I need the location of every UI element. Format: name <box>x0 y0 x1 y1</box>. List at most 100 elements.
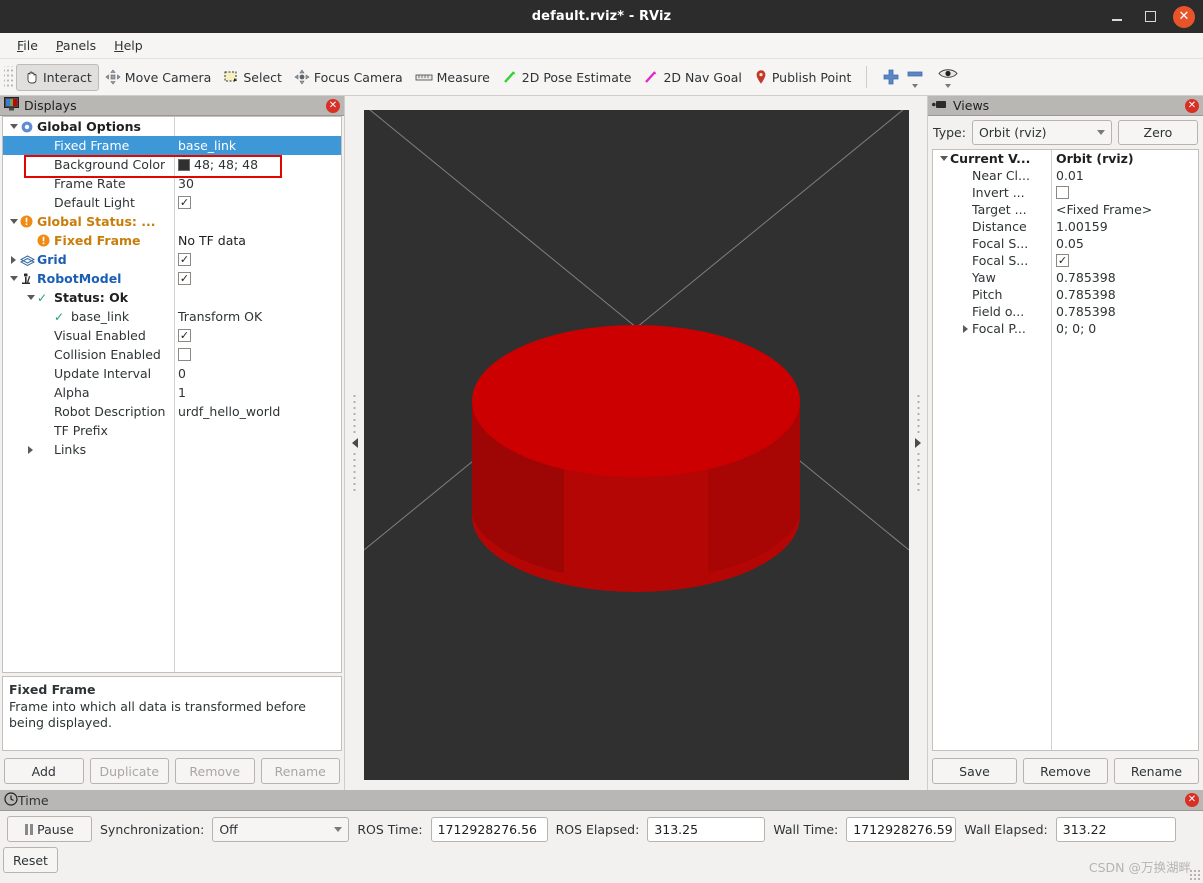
tool-interact[interactable]: Interact <box>16 63 99 91</box>
views-tree[interactable]: Current V... Orbit (rviz) Near Cl... 0.01 In… <box>932 149 1199 751</box>
views-row[interactable]: Focal S... ✓ <box>933 252 1198 269</box>
checkbox[interactable]: ✓ <box>178 272 191 285</box>
views-row-value[interactable]: 1.00159 <box>1056 219 1108 234</box>
pause-button[interactable]: Pause <box>7 816 92 842</box>
minimize-button[interactable] <box>1107 7 1127 27</box>
views-row-value[interactable]: Orbit (rviz) <box>1056 151 1134 166</box>
views-row[interactable]: Current V... Orbit (rviz) <box>933 150 1198 167</box>
ros-time-field[interactable]: 1712928276.56 <box>430 816 548 842</box>
left-splitter[interactable] <box>346 96 363 790</box>
checkbox[interactable]: ✓ <box>178 329 191 342</box>
displays-row-value[interactable]: No TF data <box>178 233 246 248</box>
collapse-left-icon[interactable] <box>351 438 358 448</box>
views-row[interactable]: Pitch 0.785398 <box>933 286 1198 303</box>
displays-close-icon[interactable]: ✕ <box>326 98 340 113</box>
displays-row[interactable]: Background Color 48; 48; 48 <box>3 155 341 174</box>
displays-row-value[interactable]: base_link <box>178 138 236 153</box>
displays-row[interactable]: Alpha 1 <box>3 383 341 402</box>
zero-button[interactable]: Zero <box>1117 120 1198 145</box>
displays-row[interactable]: Links <box>3 440 341 459</box>
views-row-value[interactable]: 0.785398 <box>1056 270 1116 285</box>
displays-row-value[interactable]: 48; 48; 48 <box>194 157 258 172</box>
views-row[interactable]: Focal S... 0.05 <box>933 235 1198 252</box>
checkbox[interactable] <box>1056 186 1069 199</box>
tool-focus-camera[interactable]: Focus Camera <box>288 64 409 91</box>
render-viewport[interactable] <box>364 110 909 780</box>
displays-row[interactable]: Fixed Frame base_link <box>3 136 341 155</box>
menu-panels[interactable]: Panels <box>47 36 105 55</box>
views-row-value[interactable]: 0; 0; 0 <box>1056 321 1096 336</box>
wall-time-field[interactable]: 1712928276.59 <box>846 816 957 842</box>
toolbar-grip[interactable] <box>4 66 13 88</box>
resize-grip[interactable] <box>1189 869 1201 881</box>
displays-row[interactable]: ✓ Status: Ok <box>3 288 341 307</box>
displays-row-value[interactable]: 0 <box>178 366 186 381</box>
views-row-value[interactable]: 0.785398 <box>1056 304 1116 319</box>
tool-2d-nav-goal[interactable]: 2D Nav Goal <box>637 64 747 91</box>
displays-row[interactable]: Global Options <box>3 117 341 136</box>
displays-row-value[interactable]: 1 <box>178 385 186 400</box>
wall-elapsed-field[interactable]: 313.22 <box>1055 816 1176 842</box>
synchronization-combo[interactable]: Off <box>212 816 350 842</box>
column-divider[interactable] <box>1051 150 1052 750</box>
collapse-right-icon[interactable] <box>915 438 921 448</box>
displays-tree[interactable]: Global Options Fixed Frame base_link Backgr… <box>2 116 342 673</box>
displays-row[interactable]: Grid ✓ <box>3 250 341 269</box>
displays-row-value[interactable]: Transform OK <box>178 309 262 324</box>
views-rename-button[interactable]: Rename <box>1114 758 1199 784</box>
views-row-value[interactable]: 0.785398 <box>1056 287 1116 302</box>
views-row-value[interactable]: <Fixed Frame> <box>1056 202 1152 217</box>
displays-row[interactable]: Collision Enabled <box>3 345 341 364</box>
tool-move-camera[interactable]: Move Camera <box>99 64 218 91</box>
tool-select[interactable]: Select <box>217 64 288 91</box>
tool-2d-pose-estimate[interactable]: 2D Pose Estimate <box>496 64 638 91</box>
displays-row-value[interactable]: urdf_hello_world <box>178 404 280 419</box>
tree-expander[interactable] <box>937 156 950 161</box>
views-row-value[interactable]: 0.05 <box>1056 236 1084 251</box>
displays-row[interactable]: ✓ base_link Transform OK <box>3 307 341 326</box>
views-row[interactable]: Invert ... <box>933 184 1198 201</box>
views-close-icon[interactable]: ✕ <box>1185 98 1199 113</box>
menu-help[interactable]: Help <box>105 36 152 55</box>
chevron-down-icon[interactable] <box>945 83 952 88</box>
displays-row[interactable]: TF Prefix <box>3 421 341 440</box>
displays-row[interactable]: Global Status: ... <box>3 212 341 231</box>
menu-file[interactable]: File <box>8 36 47 55</box>
tree-expander[interactable] <box>24 295 37 300</box>
tree-expander[interactable] <box>7 124 20 129</box>
checkbox[interactable]: ✓ <box>1056 254 1069 267</box>
time-close-icon[interactable]: ✕ <box>1185 793 1199 807</box>
views-row[interactable]: Focal P... 0; 0; 0 <box>933 320 1198 337</box>
tree-expander[interactable] <box>959 324 972 333</box>
tree-expander[interactable] <box>7 276 20 281</box>
add-tool-button[interactable] <box>876 64 906 91</box>
displays-row[interactable]: Robot Description urdf_hello_world <box>3 402 341 421</box>
views-row[interactable]: Field o... 0.785398 <box>933 303 1198 320</box>
views-row[interactable]: Near Cl... 0.01 <box>933 167 1198 184</box>
close-button[interactable]: ✕ <box>1173 5 1195 28</box>
displays-row[interactable]: Fixed Frame No TF data <box>3 231 341 250</box>
displays-row[interactable]: RobotModel ✓ <box>3 269 341 288</box>
views-row[interactable]: Distance 1.00159 <box>933 218 1198 235</box>
tree-expander[interactable] <box>24 445 37 454</box>
displays-row[interactable]: Visual Enabled ✓ <box>3 326 341 345</box>
add-button[interactable]: Add <box>4 758 84 784</box>
displays-row[interactable]: Default Light ✓ <box>3 193 341 212</box>
displays-row[interactable]: Update Interval 0 <box>3 364 341 383</box>
checkbox[interactable] <box>178 348 191 361</box>
remove-tool-button[interactable] <box>906 67 924 88</box>
views-row[interactable]: Target ... <Fixed Frame> <box>933 201 1198 218</box>
color-swatch[interactable] <box>178 158 190 171</box>
tool-measure[interactable]: Measure <box>409 64 496 91</box>
views-row[interactable]: Yaw 0.785398 <box>933 269 1198 286</box>
displays-row-value[interactable]: 30 <box>178 176 194 191</box>
tree-expander[interactable] <box>7 255 20 264</box>
maximize-button[interactable] <box>1140 7 1160 27</box>
right-splitter[interactable] <box>909 96 927 790</box>
displays-row[interactable]: Frame Rate 30 <box>3 174 341 193</box>
views-save-button[interactable]: Save <box>932 758 1017 784</box>
chevron-down-icon[interactable] <box>912 83 919 88</box>
visibility-tool-button[interactable] <box>938 67 959 88</box>
views-row-value[interactable]: 0.01 <box>1056 168 1084 183</box>
reset-button[interactable]: Reset <box>3 847 58 873</box>
